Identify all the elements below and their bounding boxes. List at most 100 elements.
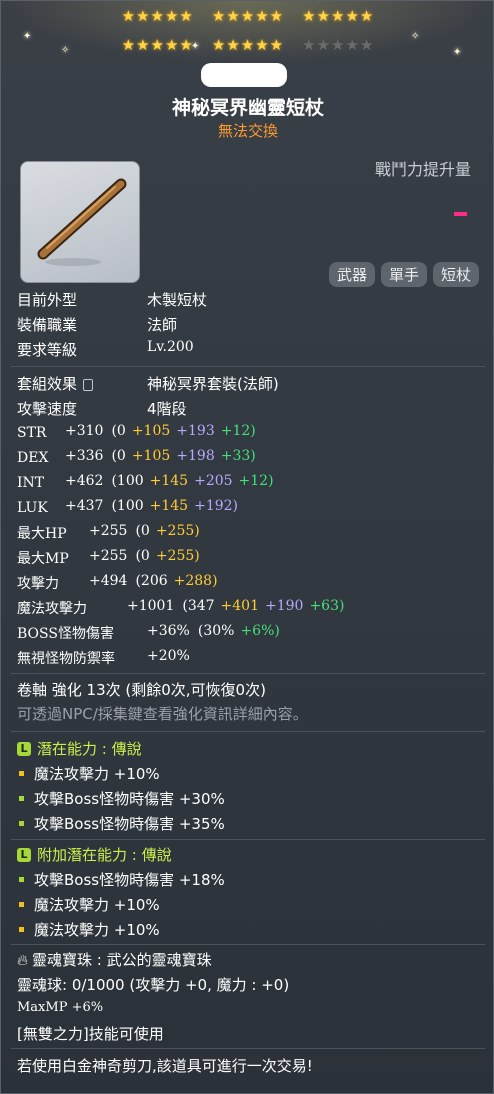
- stat-bonus: +255): [155, 523, 200, 539]
- soul-weapon-title: 🔥︎ 靈魂寶珠 : 武公的靈魂寶珠: [17, 951, 212, 969]
- bullet-icon: [19, 821, 24, 826]
- legendary-grade-icon: L: [17, 847, 31, 862]
- stat-row: STR +310 (0 +105 +193 +12): [17, 423, 256, 441]
- lock-icon: [83, 378, 94, 391]
- stat-bonus: +190: [265, 598, 304, 614]
- sparkle-icon: ✧: [61, 45, 70, 56]
- stat-label: 攻擊力: [17, 576, 59, 592]
- stat-values: +437 (100 +145 +192): [65, 498, 238, 514]
- stat-bonus: +192): [194, 498, 239, 514]
- stat-total: +1001: [127, 598, 175, 614]
- stat-base: (30%: [197, 623, 235, 639]
- soul-maxmp: MaxMP +6%: [17, 1000, 104, 1015]
- soul-skill: [無雙之力]技能可使用: [17, 1025, 164, 1043]
- stat-bonus: +6%): [240, 623, 280, 639]
- stat-total: +462: [65, 473, 104, 489]
- star-force-area: ★★★★★ ★★★★★ ★★★★★ ★★★★★ ★★★★★ ★★★★★ ✦ ✧ ✦ ✧ …: [1, 1, 493, 63]
- stat-base: (0: [111, 448, 126, 464]
- stat-label: BOSS怪物傷害: [17, 626, 114, 642]
- stat-bonus: +401: [220, 598, 259, 614]
- stat-bonus: +255): [155, 548, 200, 564]
- stat-label: 魔法攻擊力: [17, 601, 87, 617]
- additional-potential-header: L 附加潛在能力 : 傳說: [17, 844, 172, 865]
- stat-bonus: +12): [220, 423, 256, 439]
- stat-base: (100: [111, 473, 144, 489]
- stat-bonus: +105: [131, 448, 171, 464]
- stat-bonus: +193: [176, 423, 215, 439]
- stat-row: 攻擊力 +494 (206 +288): [17, 573, 218, 593]
- stat-label: 最大MP: [17, 551, 69, 567]
- stat-bonus: +198: [176, 448, 215, 464]
- potential-line: 魔法攻擊力 +10%: [19, 763, 160, 784]
- stat-total: +255: [89, 523, 128, 539]
- stat-values: +310 (0 +105 +193 +12): [65, 423, 256, 439]
- bullet-icon: [19, 771, 24, 776]
- divider: [11, 366, 485, 367]
- info-required-level: 要求等級 Lv.200: [17, 339, 194, 359]
- divider: [11, 1048, 485, 1049]
- bullet-icon: [19, 927, 24, 932]
- stat-row: INT +462 (100 +145 +205 +12): [17, 473, 274, 491]
- soul-orb-info: 靈魂球: 0/1000 (攻擊力 +0, 魔力 : +0): [17, 976, 290, 994]
- attack-speed: 攻擊速度 4階段: [17, 400, 187, 418]
- scroll-hint: 可透過NPC/採集鍵查看強化資訊詳細內容。: [17, 705, 308, 723]
- stat-row: 魔法攻擊力 +1001 (347 +401 +190 +63): [17, 598, 344, 618]
- stat-values: +494 (206 +288): [89, 573, 218, 589]
- item-name: 神秘冥界幽靈短杖: [171, 97, 324, 119]
- stat-bonus: +145: [149, 498, 189, 514]
- stat-base: (347: [182, 598, 215, 614]
- additional-potential-title: 附加潛在能力 : 傳說: [37, 846, 172, 864]
- stat-label: INT: [17, 475, 45, 491]
- stat-bonus: +205: [194, 473, 233, 489]
- divider: [11, 673, 485, 674]
- potential-line: 攻擊Boss怪物時傷害 +30%: [19, 788, 225, 809]
- censor-overlay: [201, 63, 287, 87]
- bullet-icon: [19, 902, 24, 907]
- potential-header: L 潛在能力 : 傳說: [17, 738, 142, 759]
- stat-values: +1001 (347 +401 +190 +63): [127, 598, 344, 614]
- stat-row: 無視怪物防禦率 +20%: [17, 648, 190, 668]
- stat-values: +36% (30% +6%): [147, 623, 280, 639]
- bullet-icon: [19, 877, 24, 882]
- stat-values: +20%: [147, 648, 190, 664]
- stat-base: (0: [111, 423, 126, 439]
- divider: [11, 839, 485, 840]
- divider: [11, 731, 485, 732]
- set-effect: 套組效果 神秘冥界套裝(法師): [17, 375, 279, 393]
- additional-potential-line: 魔法攻擊力 +10%: [19, 919, 160, 940]
- stat-bonus: +12): [238, 473, 274, 489]
- stat-base: (100: [111, 498, 144, 514]
- potential-title: 潛在能力 : 傳說: [37, 740, 142, 758]
- info-appearance: 目前外型 木製短杖: [17, 291, 208, 309]
- stat-bonus: +33): [220, 448, 256, 464]
- stat-total: +20%: [147, 648, 190, 664]
- stat-values: +255 (0 +255): [89, 523, 200, 539]
- sparkle-icon: ✦: [191, 41, 200, 52]
- stat-total: +494: [89, 573, 128, 589]
- stat-bonus: +105: [131, 423, 171, 439]
- stat-total: +336: [65, 448, 104, 464]
- stat-values: +336 (0 +105 +198 +33): [65, 448, 256, 464]
- additional-potential-line: 攻擊Boss怪物時傷害 +18%: [19, 869, 225, 890]
- stat-base: (0: [135, 548, 150, 564]
- flame-icon: 🔥︎: [17, 951, 29, 969]
- trade-status: 無法交換: [217, 122, 278, 140]
- tag-one-handed: 單手: [380, 262, 427, 287]
- additional-potential-line: 魔法攻擊力 +10%: [19, 894, 160, 915]
- scissors-trade-note: 若使用白金神奇剪刀,該道具可進行一次交易!: [17, 1057, 313, 1075]
- item-category-tags: 武器 單手 短杖: [328, 262, 479, 287]
- sparkle-icon: ✦: [453, 47, 462, 58]
- stat-row: 最大MP +255 (0 +255): [17, 548, 200, 568]
- stat-bonus: +63): [309, 598, 345, 614]
- stat-label: 無視怪物防禦率: [17, 651, 115, 667]
- stat-label: LUK: [17, 500, 48, 516]
- stat-base: (206: [135, 573, 168, 589]
- item-icon-frame: [20, 161, 140, 283]
- stat-base: (0: [135, 523, 150, 539]
- wand-icon: [37, 178, 127, 266]
- stat-row: BOSS怪物傷害 +36% (30% +6%): [17, 623, 280, 643]
- power-increase-indicator: [454, 212, 467, 216]
- item-tooltip: ★★★★★ ★★★★★ ★★★★★ ★★★★★ ★★★★★ ★★★★★ ✦ ✧ ✦ ✧ …: [0, 0, 494, 1094]
- tag-wand: 短杖: [432, 262, 479, 287]
- star-row-2: ★★★★★ ★★★★★ ★★★★★: [121, 36, 375, 54]
